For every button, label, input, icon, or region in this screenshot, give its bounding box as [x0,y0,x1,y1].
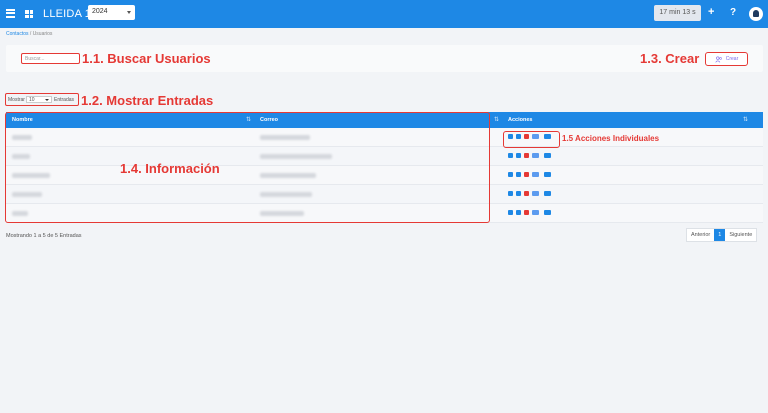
send-mail-icon[interactable] [544,210,551,215]
delete-icon[interactable] [524,153,529,158]
help-button[interactable]: ? [730,7,736,18]
year-select[interactable]: 2024 [88,5,135,20]
delete-icon[interactable] [524,191,529,196]
year-value: 2024 [92,8,108,15]
breadcrumb-separator: / [29,31,32,37]
mail-icon[interactable] [532,172,539,177]
search-input[interactable]: Buscar... [21,53,80,64]
send-mail-icon[interactable] [544,172,551,177]
next-page-button[interactable]: Siguiente [725,229,756,241]
send-mail-icon[interactable] [544,191,551,196]
chevron-down-icon [45,99,49,101]
user-avatar[interactable] [749,7,763,21]
add-button[interactable]: + [708,6,714,18]
row-actions [508,191,551,196]
annotation-actions: 1.5 Acciones Individuales [562,134,660,143]
apps-grid-icon[interactable] [25,10,33,18]
breadcrumb: Contactos / Usuarios [6,31,52,37]
show-label: Mostrar [8,97,25,103]
breadcrumb-home-link[interactable]: Contactos [6,31,29,37]
lock-icon[interactable] [516,210,521,215]
send-mail-icon[interactable] [544,153,551,158]
entries-select[interactable]: 10 [26,96,52,103]
annotation-entries: 1.2. Mostrar Entradas [81,93,214,108]
annotation-info: 1.4. Información [120,161,220,176]
session-timer: 17 min 13 s [654,5,701,21]
top-bar: LLEIDA 1 2024 17 min 13 s + ? [0,0,768,28]
annotation-search: 1.1. Buscar Usuarios [82,51,211,66]
actions-highlight-box [503,131,560,148]
pagination: Anterior 1 Siguiente [686,228,758,242]
column-header-actions: Acciones [508,117,533,123]
sort-icon[interactable]: ⇅ [494,116,499,123]
app-title: LLEIDA 1 [43,8,92,20]
entries-info: Mostrando 1 a 5 de 5 Entradas [6,233,82,239]
information-highlight-box [5,112,490,223]
edit-icon[interactable] [508,153,513,158]
row-actions [508,210,551,215]
edit-icon[interactable] [508,210,513,215]
entries-label: Entradas [54,97,75,103]
delete-icon[interactable] [524,172,529,177]
hamburger-menu-icon[interactable] [6,9,15,18]
lock-icon[interactable] [516,153,521,158]
page-1-button[interactable]: 1 [714,229,726,241]
delete-icon[interactable] [524,210,529,215]
mail-icon[interactable] [532,153,539,158]
create-user-button[interactable]: Crear [705,52,748,66]
prev-page-button[interactable]: Anterior [687,229,714,241]
chevron-down-icon [127,11,131,14]
lock-icon[interactable] [516,191,521,196]
row-actions [508,153,551,158]
show-entries-control: Mostrar 10 Entradas [5,93,79,106]
mail-icon[interactable] [532,191,539,196]
create-button-label: Crear [725,56,739,62]
sort-icon[interactable]: ⇅ [743,116,748,123]
row-actions [508,172,551,177]
annotation-create: 1.3. Crear [640,51,700,66]
users-icon [715,56,722,62]
entries-value: 10 [29,97,35,103]
edit-icon[interactable] [508,191,513,196]
lock-icon[interactable] [516,172,521,177]
edit-icon[interactable] [508,172,513,177]
mail-icon[interactable] [532,210,539,215]
breadcrumb-current: Usuarios [32,31,53,37]
